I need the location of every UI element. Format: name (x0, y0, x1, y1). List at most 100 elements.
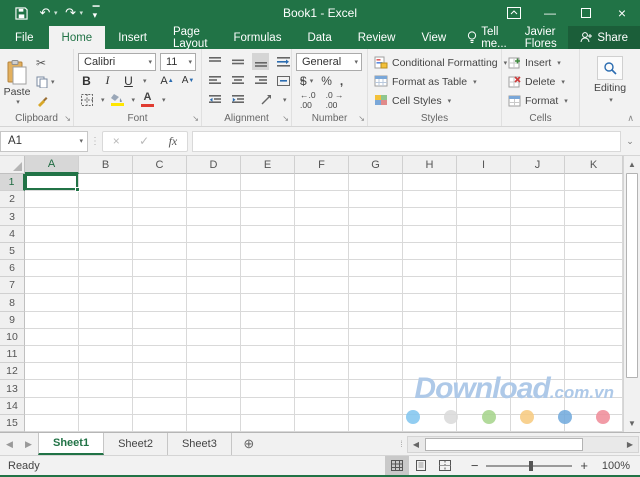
cell-k3[interactable] (565, 208, 623, 226)
row-header-13[interactable]: 13 (0, 380, 25, 398)
orientation-dropdown-arrow[interactable]: ▾ (283, 96, 287, 104)
cell-b8[interactable] (79, 294, 133, 312)
decrease-indent-button[interactable] (206, 91, 223, 108)
cell-g1[interactable] (349, 174, 403, 192)
cell-j12[interactable] (511, 363, 565, 381)
cell-h11[interactable] (403, 346, 457, 364)
cell-g3[interactable] (349, 208, 403, 226)
cell-g2[interactable] (349, 191, 403, 209)
cell-f3[interactable] (295, 208, 349, 226)
cell-k9[interactable] (565, 311, 623, 329)
cell-a7[interactable] (25, 277, 79, 295)
page-layout-view-button[interactable] (409, 456, 433, 475)
cell-a10[interactable] (25, 328, 79, 347)
cell-d14[interactable] (187, 397, 241, 415)
cell-b4[interactable] (79, 225, 133, 243)
column-header-k[interactable]: K (565, 156, 623, 174)
cell-j4[interactable] (511, 225, 565, 243)
cell-k13[interactable] (565, 380, 623, 398)
cell-g14[interactable] (349, 397, 403, 415)
name-box-dropdown-arrow[interactable]: ▾ (79, 137, 83, 145)
editing-dropdown-arrow[interactable]: ▾ (609, 96, 613, 104)
cell-f11[interactable] (295, 346, 349, 364)
row-header-11[interactable]: 11 (0, 346, 25, 364)
cell-c6[interactable] (133, 260, 187, 278)
horizontal-scrollbar-thumb[interactable] (425, 437, 583, 451)
cell-c11[interactable] (133, 346, 187, 364)
cell-b15[interactable] (79, 414, 133, 432)
cell-i13[interactable] (457, 380, 511, 398)
cell-g7[interactable] (349, 277, 403, 295)
cell-i12[interactable] (457, 363, 511, 381)
tab-splitter-handle[interactable]: ⁞ (395, 439, 407, 449)
cell-e12[interactable] (241, 363, 295, 381)
row-header-10[interactable]: 10 (0, 328, 25, 347)
normal-view-button[interactable] (384, 456, 409, 475)
increase-indent-button[interactable] (229, 91, 246, 108)
fill-color-button[interactable] (109, 91, 126, 108)
cell-d4[interactable] (187, 225, 241, 243)
font-color-dropdown-arrow[interactable]: ▾ (162, 96, 166, 104)
column-header-i[interactable]: I (457, 156, 511, 174)
cell-b11[interactable] (79, 346, 133, 364)
cell-k15[interactable] (565, 414, 623, 432)
zoom-out-button[interactable]: − (471, 458, 479, 473)
cell-e11[interactable] (241, 346, 295, 364)
cell-h5[interactable] (403, 242, 457, 261)
cell-a15[interactable] (25, 414, 79, 432)
row-header-4[interactable]: 4 (0, 225, 25, 243)
cell-i4[interactable] (457, 225, 511, 243)
tab-page-layout[interactable]: Page Layout (160, 26, 221, 50)
row-header-3[interactable]: 3 (0, 208, 25, 226)
cell-k14[interactable] (565, 397, 623, 415)
merge-center-button[interactable] (275, 72, 292, 89)
cell-d7[interactable] (187, 277, 241, 295)
cell-b2[interactable] (79, 191, 133, 209)
column-header-a[interactable]: A (25, 156, 79, 174)
cell-styles-button[interactable]: Cell Styles ▾ (368, 91, 501, 110)
cell-i10[interactable] (457, 328, 511, 347)
cell-i14[interactable] (457, 397, 511, 415)
tab-review[interactable]: Review (345, 26, 409, 49)
percent-style-button[interactable]: % (321, 74, 332, 88)
row-header-8[interactable]: 8 (0, 294, 25, 312)
cell-f12[interactable] (295, 363, 349, 381)
cell-g11[interactable] (349, 346, 403, 364)
cell-b9[interactable] (79, 311, 133, 329)
row-header-5[interactable]: 5 (0, 242, 25, 261)
copy-button[interactable]: ▾ (34, 73, 57, 91)
sheet-tab-sheet1[interactable]: Sheet1 (38, 433, 105, 455)
cell-j2[interactable] (511, 191, 565, 209)
cell-f15[interactable] (295, 414, 349, 432)
row-header-2[interactable]: 2 (0, 191, 25, 209)
cell-g6[interactable] (349, 260, 403, 278)
cell-h15[interactable] (403, 414, 457, 432)
conditional-formatting-button[interactable]: Conditional Formatting ▾ (368, 53, 507, 72)
cell-a12[interactable] (25, 363, 79, 381)
cell-g12[interactable] (349, 363, 403, 381)
orientation-button[interactable] (258, 91, 275, 108)
cell-f5[interactable] (295, 242, 349, 261)
cell-k2[interactable] (565, 191, 623, 209)
bold-button[interactable]: B (78, 72, 95, 89)
previous-sheet-icon[interactable]: ◀ (0, 433, 19, 455)
cell-d2[interactable] (187, 191, 241, 209)
cell-d1[interactable] (187, 174, 241, 192)
cell-i1[interactable] (457, 174, 511, 192)
clipboard-dialog-launcher[interactable]: ↘ (64, 115, 71, 123)
cell-c15[interactable] (133, 414, 187, 432)
cancel-icon[interactable]: × (113, 134, 120, 148)
cell-b1[interactable] (79, 174, 133, 192)
undo-dropdown-arrow[interactable]: ▾ (54, 9, 58, 17)
scroll-up-icon[interactable]: ▲ (624, 156, 640, 173)
font-dialog-launcher[interactable]: ↘ (192, 115, 199, 123)
cell-a6[interactable] (25, 260, 79, 278)
increase-font-size-button[interactable]: A ▲ (159, 72, 176, 89)
column-header-d[interactable]: D (187, 156, 241, 174)
sheet-tab-sheet2[interactable]: Sheet2 (104, 433, 168, 455)
cell-i7[interactable] (457, 277, 511, 295)
cell-f2[interactable] (295, 191, 349, 209)
row-header-14[interactable]: 14 (0, 397, 25, 415)
cell-i2[interactable] (457, 191, 511, 209)
currency-dropdown-arrow[interactable]: ▾ (310, 77, 314, 85)
